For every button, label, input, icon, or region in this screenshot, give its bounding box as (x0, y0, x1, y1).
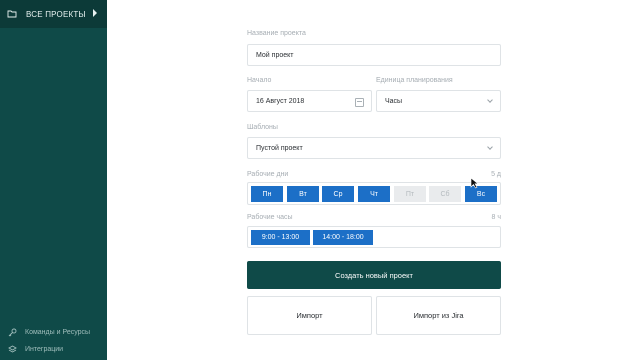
sidebar-item-label: Интеграции (25, 346, 64, 353)
folder-icon (7, 10, 17, 18)
start-label: Начало (247, 77, 272, 84)
all-projects-header[interactable]: ВСЕ ПРОЕКТЫ (0, 0, 107, 28)
unit-value: Часы (385, 97, 403, 105)
template-label: Шаблоны (247, 124, 278, 131)
create-project-label: Создать новый проект (335, 270, 413, 280)
chevron-down-icon (487, 97, 493, 103)
chevron-right-icon (93, 9, 97, 17)
day-label: Чт (370, 190, 378, 198)
workdays-selector: Пн Вт Ср Чт Пт Сб Вс (247, 182, 501, 205)
day-label: Сб (440, 190, 450, 198)
sidebar-item-teams[interactable]: Команды и Ресурсы (8, 328, 90, 337)
day-label: Вт (299, 190, 307, 198)
hours-slot-label: 14:00 - 18:00 (322, 234, 364, 241)
workhours-count: 8 ч (491, 214, 502, 221)
day-label: Пн (262, 190, 272, 198)
unit-label: Единица планирования (376, 77, 453, 84)
start-date-input[interactable]: 16 Август 2018 (247, 90, 372, 112)
workhours-selector: 9:00 - 13:00 14:00 - 18:00 (247, 226, 501, 248)
workdays-label: Рабочие дни (247, 171, 289, 178)
day-tue[interactable]: Вт (287, 186, 319, 202)
project-name-label: Название проекта (247, 30, 306, 37)
day-fri[interactable]: Пт (394, 186, 426, 202)
import-jira-button[interactable]: Импорт из Jira (376, 296, 501, 335)
sidebar: ВСЕ ПРОЕКТЫ Команды и Ресурсы Интеграции (0, 0, 107, 360)
mouse-cursor-icon (470, 177, 479, 189)
key-icon (8, 328, 17, 337)
hours-slot-label: 9:00 - 13:00 (261, 234, 300, 241)
hours-slot[interactable]: 9:00 - 13:00 (251, 230, 310, 245)
day-mon[interactable]: Пн (251, 186, 283, 202)
day-thu[interactable]: Чт (358, 186, 390, 202)
create-project-button[interactable]: Создать новый проект (247, 261, 501, 289)
day-wed[interactable]: Ср (322, 186, 354, 202)
day-label: Пт (405, 190, 415, 198)
workhours-label: Рабочие часы (247, 214, 293, 221)
sidebar-item-integrations[interactable]: Интеграции (8, 345, 63, 354)
template-select[interactable]: Пустой проект (247, 137, 501, 159)
chevron-down-icon (487, 144, 493, 150)
import-label: Импорт (296, 311, 323, 320)
sidebar-item-label: Команды и Ресурсы (25, 329, 91, 336)
template-value: Пустой проект (256, 144, 303, 152)
project-name-value: Мой проект (256, 51, 294, 59)
all-projects-label: ВСЕ ПРОЕКТЫ (26, 9, 86, 19)
unit-select[interactable]: Часы (376, 90, 501, 112)
project-name-input[interactable]: Мой проект (247, 44, 501, 66)
hours-slot[interactable]: 14:00 - 18:00 (313, 230, 373, 245)
day-sat[interactable]: Сб (429, 186, 461, 202)
day-label: Ср (333, 190, 343, 198)
calendar-icon[interactable] (355, 98, 364, 107)
layers-icon (8, 345, 17, 353)
import-button[interactable]: Импорт (247, 296, 372, 335)
day-label: Вс (476, 190, 486, 198)
import-jira-label: Импорт из Jira (413, 311, 464, 320)
start-date-value: 16 Август 2018 (256, 97, 305, 105)
